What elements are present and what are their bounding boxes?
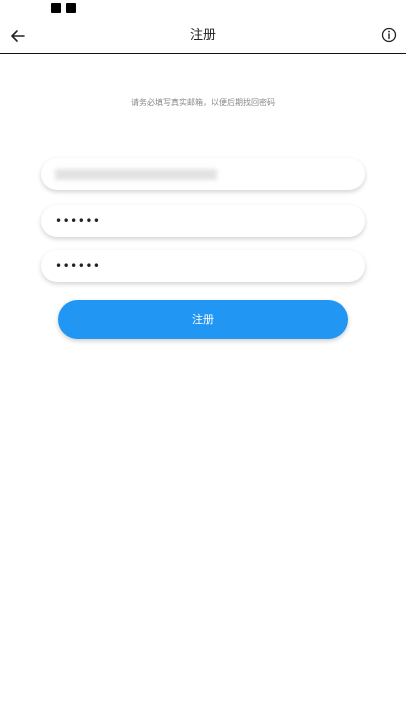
email-field[interactable] (41, 158, 365, 190)
redacted-email (55, 169, 217, 180)
confirm-password-value: •••••• (55, 259, 101, 273)
password-value: •••••• (55, 214, 101, 228)
status-icon-1 (51, 3, 61, 13)
password-field[interactable]: •••••• (41, 205, 365, 237)
email-hint-text: 请务必填写真实邮箱，以便后期找回密码 (131, 98, 275, 107)
status-icon-2 (66, 3, 76, 13)
app-bar: 注册 (0, 18, 406, 54)
info-circle-icon (381, 27, 397, 43)
page-title: 注册 (189, 28, 216, 43)
confirm-password-field[interactable]: •••••• (41, 250, 365, 282)
register-button[interactable]: 注册 (58, 300, 348, 339)
info-button[interactable] (379, 25, 399, 45)
status-bar (0, 0, 406, 18)
